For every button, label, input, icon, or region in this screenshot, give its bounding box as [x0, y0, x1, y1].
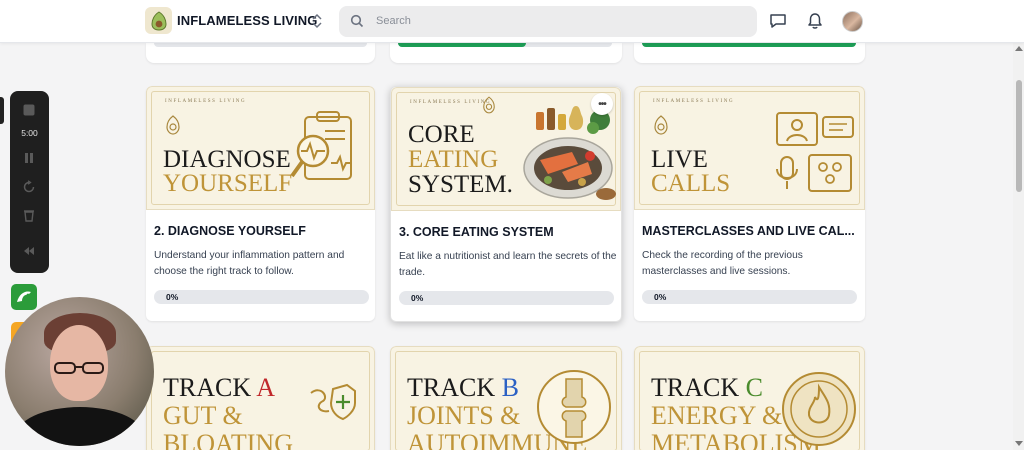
course-thumbnail: INFLAMELESS LIVING DIAGNOSE YOURSELF — [146, 86, 375, 210]
trash-icon[interactable] — [22, 208, 36, 222]
webcam-overlay[interactable] — [5, 297, 154, 446]
bell-icon[interactable] — [806, 12, 824, 30]
thumb-track-line: TRACK B — [407, 373, 519, 402]
avocado-icon — [654, 115, 668, 135]
user-avatar[interactable] — [842, 11, 863, 32]
thumb-brand: INFLAMELESS LIVING — [410, 100, 492, 105]
track-word: TRACK — [651, 373, 740, 402]
bird-icon — [17, 291, 31, 302]
track-word: TRACK — [163, 373, 252, 402]
track-letter: A — [256, 373, 275, 402]
thumb-track-line: TRACK C — [651, 373, 763, 402]
thumb-line-3: BLOATING — [163, 429, 293, 450]
left-edge-tab[interactable] — [0, 97, 4, 124]
thumb-line-2: CALLS — [651, 170, 731, 197]
thumb-line-2: ENERGY & — [651, 401, 783, 430]
avocado-icon — [483, 96, 495, 114]
progress-bar: 0% — [399, 291, 614, 305]
top-header: INFLAMELESS LIVING Search — [0, 0, 1024, 43]
course-card-live-calls[interactable]: INFLAMELESS LIVING LIVE CALLS MASTERCLAS… — [634, 86, 865, 321]
course-card-track-a[interactable]: TRACK A GUT & BLOATING — [146, 346, 375, 450]
thumb-brand: INFLAMELESS LIVING — [165, 99, 247, 104]
brand-name[interactable]: INFLAMELESS LIVING — [177, 13, 317, 28]
pause-icon[interactable] — [22, 151, 36, 165]
stop-icon[interactable] — [22, 103, 36, 117]
thumb-line-1: CORE — [408, 121, 475, 148]
search-icon — [350, 14, 364, 28]
track-word: TRACK — [407, 373, 496, 402]
card-menu-button[interactable]: ••• — [591, 93, 613, 115]
chat-icon[interactable] — [769, 12, 787, 30]
scrollbar-thumb[interactable] — [1016, 80, 1022, 192]
thumb-line-2: JOINTS & — [407, 401, 521, 430]
card-description: Eat like a nutritionist and learn the se… — [399, 251, 617, 278]
progress-label: 0% — [166, 292, 179, 302]
thumb-line-1: LIVE — [651, 146, 708, 173]
card-description: Understand your inflammation pattern and… — [154, 250, 345, 277]
progress-bar: 0% — [642, 290, 857, 304]
recording-timer: 5:00 — [21, 128, 38, 138]
course-card-track-b[interactable]: TRACK B JOINTS & AUTOIMMUNE — [390, 346, 622, 450]
course-thumbnail: TRACK B JOINTS & AUTOIMMUNE — [390, 346, 622, 450]
restart-icon[interactable] — [22, 180, 36, 194]
search-bar[interactable]: Search — [339, 6, 757, 37]
thumb-track-line: TRACK A — [163, 373, 275, 402]
progress-bar: 0% — [154, 290, 369, 304]
progress-label: 0% — [654, 292, 667, 302]
prev-card-3[interactable] — [634, 43, 865, 63]
card-title[interactable]: 3. CORE EATING SYSTEM — [399, 225, 615, 239]
joint-bone-icon — [537, 370, 611, 444]
course-card-diagnose[interactable]: INFLAMELESS LIVING DIAGNOSE YOURSELF 2. … — [146, 86, 375, 321]
card-title[interactable]: MASTERCLASSES AND LIVE CAL... — [642, 224, 856, 238]
avocado-icon — [150, 10, 167, 31]
food-plate-image — [523, 106, 616, 200]
thumb-line-3: SYSTEM. — [408, 171, 513, 198]
scroll-up-arrow[interactable] — [1015, 46, 1023, 51]
screen-recorder-toolbar: 5:00 — [10, 91, 49, 273]
thumb-line-2: YOURSELF — [163, 170, 293, 197]
prev-card-2[interactable] — [390, 43, 622, 63]
clipboard-diagnosis-icon — [290, 111, 352, 180]
video-call-icon — [776, 112, 854, 192]
card-title[interactable]: 2. DIAGNOSE YOURSELF — [154, 224, 367, 238]
course-card-core-eating[interactable]: INFLAMELESS LIVING CORE EATING SYSTEM. •… — [390, 86, 622, 322]
course-thumbnail: INFLAMELESS LIVING LIVE CALLS — [634, 86, 865, 210]
thumb-brand: INFLAMELESS LIVING — [653, 99, 735, 104]
glasses-shape — [54, 362, 104, 374]
scroll-down-arrow[interactable] — [1015, 441, 1023, 446]
gut-shield-icon — [310, 383, 356, 421]
thumb-line-1: DIAGNOSE — [163, 146, 291, 173]
course-thumbnail: TRACK A GUT & BLOATING — [146, 346, 375, 450]
course-card-track-c[interactable]: TRACK C ENERGY & METABOLISM — [634, 346, 865, 450]
course-thumbnail: INFLAMELESS LIVING CORE EATING SYSTEM. — [391, 87, 621, 211]
avocado-icon — [166, 115, 180, 135]
collapse-icon[interactable] — [22, 244, 36, 258]
energy-flame-icon — [782, 372, 856, 446]
card-description: Check the recording of the previous mast… — [642, 250, 803, 277]
progress-label: 0% — [411, 293, 424, 303]
search-placeholder[interactable]: Search — [376, 15, 411, 27]
thumb-line-2: GUT & — [163, 401, 243, 430]
chevron-up-down-icon[interactable] — [310, 13, 324, 29]
course-thumbnail: TRACK C ENERGY & METABOLISM — [634, 346, 865, 450]
track-letter: B — [501, 373, 519, 402]
track-letter: C — [745, 373, 763, 402]
thumb-line-2: EATING — [408, 146, 499, 173]
extension-app-icon[interactable] — [11, 284, 37, 310]
prev-card-1[interactable] — [146, 43, 375, 63]
brand-logo[interactable] — [145, 7, 172, 34]
